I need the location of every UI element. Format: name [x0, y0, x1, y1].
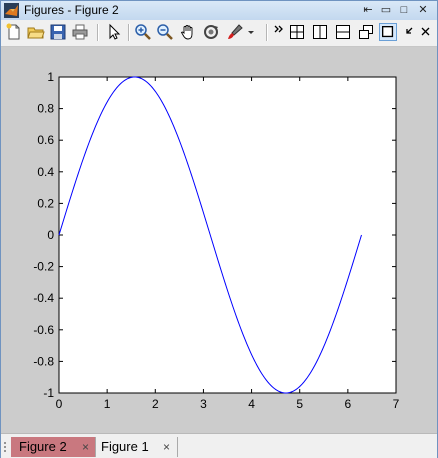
- sine-plot[interactable]: 0 1 2 3 4 5 6 7 -1 -0.8 -0.6 -0.4 -0.2 0 0.2 0.4 0.6 0.8 1: [1, 47, 437, 433]
- save-figure-button[interactable]: [49, 23, 67, 41]
- figure-tab-bar: Figure 2 × Figure 1 ×: [1, 433, 437, 458]
- x-tick-label: 2: [152, 397, 159, 411]
- figure-toolbar: [1, 20, 437, 47]
- maximize-layout-button[interactable]: [379, 23, 397, 41]
- edit-plot-button[interactable]: [105, 23, 123, 41]
- save-icon: [50, 24, 66, 40]
- arrow-cursor-icon: [109, 23, 121, 40]
- brush-icon: [228, 24, 243, 39]
- x-tick-label: 6: [345, 397, 352, 411]
- x-tick-label: 4: [248, 397, 255, 411]
- tile-layout-button[interactable]: [288, 23, 306, 41]
- x-tick-label: 3: [200, 397, 207, 411]
- window-title: Figures - Figure 2: [24, 3, 119, 17]
- axes-box[interactable]: [58, 76, 397, 394]
- y-tick-label: -0.8: [33, 354, 54, 368]
- y-tick-label: -0.6: [33, 323, 54, 337]
- matlab-logo-icon: [4, 3, 19, 18]
- grid-2x2-icon: [290, 25, 304, 39]
- x-tick-label: 7: [393, 397, 400, 411]
- maximize-icon: □: [400, 4, 408, 16]
- float-layout-button[interactable]: [357, 23, 375, 41]
- split-vertical-icon: [313, 25, 327, 39]
- top-bottom-layout-button[interactable]: [334, 23, 352, 41]
- drag-grip-icon[interactable]: [3, 441, 7, 453]
- y-tick-label: 0.8: [37, 102, 54, 116]
- x-tick-label: 0: [56, 397, 63, 411]
- tab-label: Figure 2: [19, 439, 67, 454]
- y-tick-label: -0.4: [33, 291, 54, 305]
- left-right-layout-button[interactable]: [311, 23, 329, 41]
- y-tick-label: 0: [47, 228, 54, 242]
- y-tick-label: 0.4: [37, 165, 54, 179]
- zoom-in-button[interactable]: [134, 23, 152, 41]
- toolbar-separator: [266, 24, 268, 41]
- close-button[interactable]: ✕: [416, 3, 430, 17]
- rotate-icon: [204, 25, 218, 39]
- y-tick-label: -0.2: [33, 260, 54, 274]
- close-icon: [421, 27, 430, 36]
- title-bar[interactable]: Figures - Figure 2 ⇤ ▭ □ ✕: [1, 1, 437, 20]
- undock-icon: ⇤: [363, 4, 373, 16]
- tab-close-icon[interactable]: ×: [163, 437, 170, 457]
- toolbar-separator: [128, 24, 130, 41]
- close-icon: ✕: [418, 4, 428, 16]
- tab-label: Figure 1: [101, 439, 149, 454]
- tab-close-icon[interactable]: ×: [82, 437, 89, 457]
- folder-icon: [27, 27, 45, 39]
- open-file-button[interactable]: [27, 23, 45, 41]
- undock-button[interactable]: ⇤: [361, 3, 375, 17]
- rotate-3d-button[interactable]: [202, 23, 220, 41]
- dropdown-arrow-icon: [248, 31, 254, 34]
- float-windows-icon: [359, 25, 373, 39]
- toolbar-separator: [97, 24, 99, 41]
- zoom-out-icon: [157, 24, 173, 40]
- x-tick-label: 5: [296, 397, 303, 411]
- split-horizontal-icon: [336, 25, 350, 39]
- dock-arrow-icon: [406, 27, 413, 34]
- single-panel-icon: [382, 26, 394, 38]
- zoom-in-icon: [135, 24, 151, 40]
- tab-figure-1[interactable]: Figure 1 ×: [95, 437, 178, 457]
- tab-figure-2[interactable]: Figure 2 ×: [11, 437, 96, 457]
- y-tick-label: -1: [43, 386, 54, 400]
- figures-window: Figures - Figure 2 ⇤ ▭ □ ✕ 0 1 2 3 4 5 6…: [0, 0, 438, 458]
- pan-button[interactable]: [179, 23, 197, 41]
- toolbar-overflow-button[interactable]: [272, 23, 286, 41]
- y-tick-label: 0.6: [37, 133, 54, 147]
- minimize-icon: ▭: [380, 4, 392, 16]
- brush-menu-button[interactable]: [246, 23, 256, 41]
- new-figure-button[interactable]: [5, 23, 23, 41]
- figure-canvas[interactable]: 0 1 2 3 4 5 6 7 -1 -0.8 -0.6 -0.4 -0.2 0 0.2 0.4 0.6 0.8 1: [1, 47, 437, 433]
- data-cursor-button[interactable]: [226, 23, 244, 41]
- dock-arrow-button[interactable]: [403, 23, 417, 41]
- zoom-out-button[interactable]: [156, 23, 174, 41]
- print-figure-button[interactable]: [71, 23, 89, 41]
- toolbar-close-button[interactable]: [419, 23, 433, 41]
- y-tick-label: 1: [47, 70, 54, 84]
- hand-icon: [180, 25, 193, 40]
- minimize-button[interactable]: ▭: [379, 3, 393, 17]
- x-tick-label: 1: [104, 397, 111, 411]
- chevron-double-right-icon: [274, 25, 283, 33]
- new-file-icon: [6, 23, 20, 40]
- y-tick-label: 0.2: [37, 196, 54, 210]
- printer-icon: [72, 24, 88, 40]
- maximize-button[interactable]: □: [397, 3, 411, 17]
